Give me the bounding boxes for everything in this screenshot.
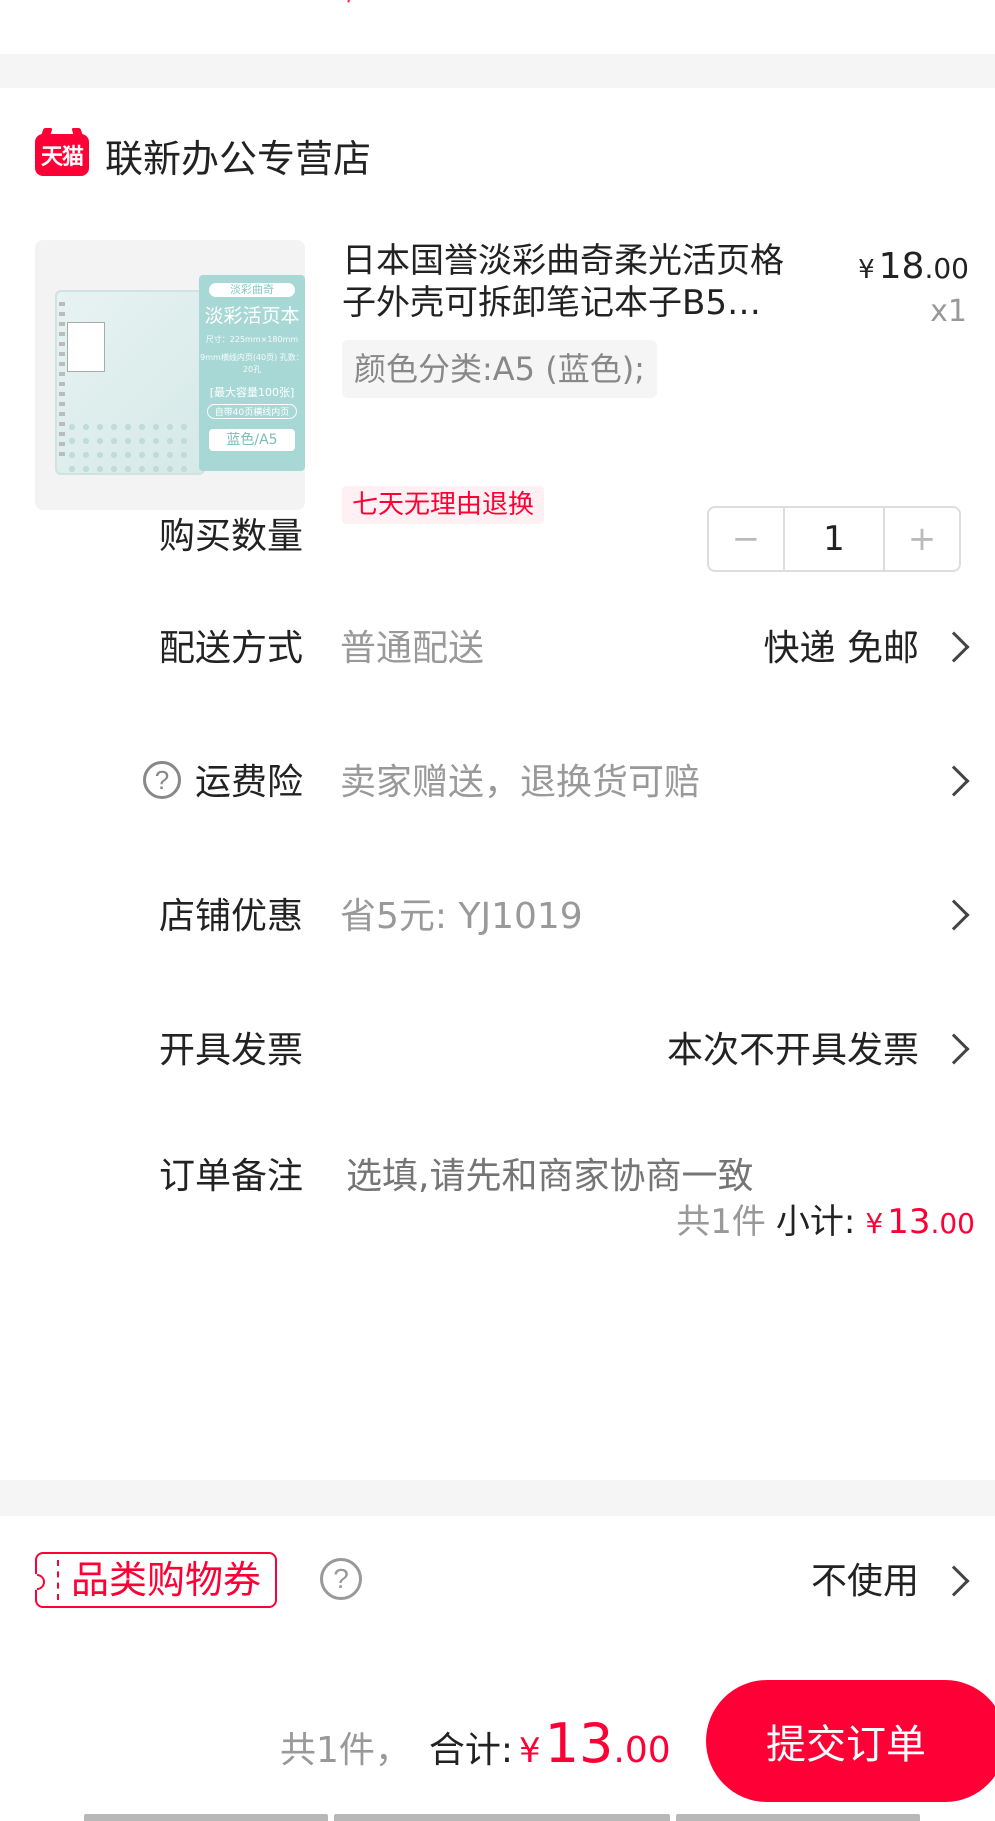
sku-tag[interactable]: 颜色分类:A5 (蓝色); (342, 340, 657, 398)
subtotal-count: 共1件 (676, 1202, 766, 1242)
bottom-bar (84, 1814, 328, 1821)
subtotal-amount: ¥13.00 (865, 1202, 975, 1242)
chevron-right-icon[interactable] (938, 899, 970, 931)
price-dec: .00 (924, 252, 969, 285)
bottom-bar (676, 1814, 920, 1821)
note-label: 订单备注 (158, 1156, 303, 1197)
total-symbol: ¥ (519, 1731, 541, 1771)
subtotal-symbol: ¥ (865, 1207, 884, 1240)
insurance-desc: 卖家赠送，退换货可赔 (340, 762, 701, 803)
subtotal-dec: .00 (930, 1207, 975, 1240)
price-symbol: ¥ (858, 255, 875, 285)
bottom-bar (334, 1814, 670, 1821)
chevron-right-icon[interactable] (938, 765, 970, 797)
chevron-right-icon[interactable] (938, 1033, 970, 1065)
coupon-value[interactable]: 不使用 (811, 1560, 919, 1604)
total-amount: ¥13.00 (519, 1712, 671, 1775)
total-int: 13 (544, 1712, 614, 1775)
card-inner: 自带40页横线内页 (207, 404, 297, 419)
submit-order-button[interactable]: 提交订单 (706, 1680, 995, 1802)
subtotal-label: 小计: (775, 1202, 856, 1242)
chevron-right-icon[interactable] (938, 1565, 970, 1597)
quantity-label: 购买数量 (158, 516, 303, 557)
card-capacity: [最大容量100张] (209, 386, 295, 399)
product-card: 淡彩曲奇 淡彩活页本 尺寸：225mm×180mm 9mm横线内页(40页) 孔… (199, 275, 305, 471)
discount-desc: 省5元: YJ1019 (340, 896, 583, 937)
delivery-label: 配送方式 (158, 628, 303, 669)
chevron-right-icon[interactable] (938, 631, 970, 663)
invoice-value: 本次不开具发票 (666, 1030, 919, 1071)
row-delivery[interactable]: 配送方式 普通配送 快递 免邮 (0, 614, 995, 684)
order-total: 共1件， 合计: ¥13.00 (280, 1714, 671, 1781)
top-mark (343, 0, 353, 3)
total-count: 共1件， (280, 1730, 411, 1771)
product-price: ¥18.00 (858, 246, 969, 287)
total-label: 合计: (428, 1730, 514, 1771)
help-icon[interactable]: ? (142, 761, 181, 799)
row-invoice[interactable]: 开具发票 本次不开具发票 (0, 1016, 995, 1086)
total-dec: .00 (613, 1730, 671, 1771)
subtotal: 共1件 小计: ¥13.00 (676, 1198, 975, 1248)
row-discount[interactable]: 店铺优惠 省5元: YJ1019 (0, 882, 995, 952)
section-gap (0, 54, 995, 88)
card-top: 淡彩曲奇 (209, 283, 295, 297)
card-title: 淡彩活页本 (204, 305, 300, 327)
card-color: 蓝色/A5 (209, 429, 295, 451)
tmall-logo-icon: 天猫 (35, 134, 89, 176)
card-size: 尺寸：225mm×180mm (205, 335, 299, 344)
product-title[interactable]: 日本国誉淡彩曲奇柔光活页格子外壳可拆卸笔记本子B5… (342, 240, 812, 324)
quantity-value[interactable]: 1 (783, 508, 885, 570)
store-card: 天猫 联新办公专营店 淡彩曲奇 淡彩活页本 尺寸：225mm×180mm 9mm… (0, 88, 995, 1480)
invoice-label: 开具发票 (158, 1030, 303, 1071)
subtotal-int: 13 (887, 1202, 931, 1242)
delivery-value: 快递 免邮 (763, 628, 919, 669)
row-insurance[interactable]: ? 运费险 卖家赠送，退换货可赔 (0, 748, 995, 818)
help-icon[interactable]: ? (320, 1558, 362, 1600)
section-gap (0, 1480, 995, 1516)
insurance-label: 运费险 (194, 762, 303, 803)
card-spec: 9mm横线内页(40页) 孔数：20孔 (200, 353, 304, 374)
dot-pattern (65, 420, 195, 480)
product-quantity: x1 (930, 294, 967, 329)
bottom-bars (84, 1814, 926, 1821)
price-int: 18 (878, 246, 925, 287)
notebook-label (67, 322, 105, 372)
shop-header[interactable]: 天猫 联新办公专营店 (35, 132, 371, 181)
minus-button[interactable]: − (709, 508, 783, 570)
quantity-stepper[interactable]: − 1 + (707, 506, 961, 572)
delivery-desc: 普通配送 (340, 628, 485, 669)
coupon-badge: 品类购物券 (35, 1552, 278, 1608)
discount-label: 店铺优惠 (158, 896, 303, 937)
top-strip (0, 0, 995, 54)
product-thumbnail[interactable]: 淡彩曲奇 淡彩活页本 尺寸：225mm×180mm 9mm横线内页(40页) 孔… (35, 240, 305, 510)
insurance-label-wrap: ? 运费险 (142, 748, 303, 818)
shop-name[interactable]: 联新办公专营店 (105, 128, 371, 183)
plus-button[interactable]: + (885, 508, 959, 570)
